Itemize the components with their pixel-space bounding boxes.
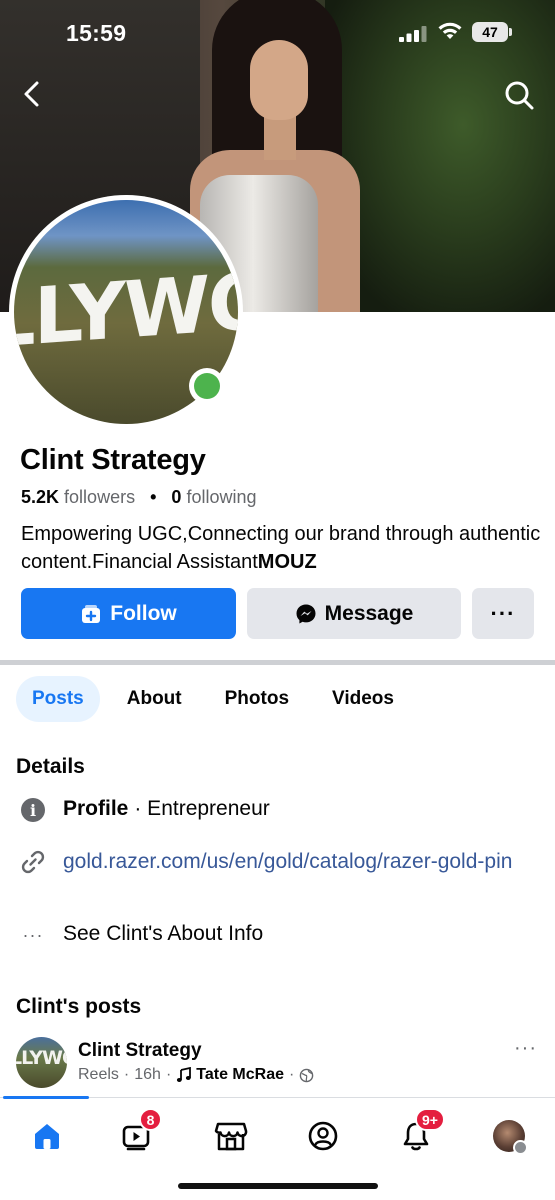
- more-dots-small-icon: ···: [22, 924, 44, 945]
- post-author[interactable]: Clint Strategy: [78, 1040, 202, 1062]
- marketplace-icon: [214, 1122, 248, 1151]
- follow-label: Follow: [110, 601, 177, 625]
- nav-profile[interactable]: [303, 1116, 343, 1156]
- status-bar: 15:59 47: [0, 0, 555, 60]
- website-link[interactable]: gold.razer.com/us/en/gold/catalog/razer-…: [63, 849, 533, 875]
- more-options-button[interactable]: ···: [472, 588, 534, 639]
- music-note-icon: [177, 1067, 192, 1082]
- menu-badge-icon: [513, 1140, 528, 1155]
- followers-count[interactable]: 5.2K: [21, 487, 59, 507]
- follow-button[interactable]: Follow: [21, 588, 236, 639]
- battery-icon: 47: [472, 22, 512, 42]
- search-button[interactable]: [502, 78, 536, 112]
- section-divider: [0, 660, 555, 665]
- globe-icon: [300, 1068, 314, 1082]
- meta-sep-1: ·: [123, 1066, 130, 1083]
- stats-separator: •: [150, 487, 157, 507]
- battery-level: 47: [472, 22, 508, 42]
- online-dot: [194, 373, 220, 399]
- messenger-icon: [295, 603, 317, 625]
- tab-photos[interactable]: Photos: [209, 676, 305, 722]
- chevron-left-icon: [24, 81, 39, 107]
- see-about-info[interactable]: ··· See Clint's About Info: [20, 922, 264, 948]
- avatar-hollywood-sign: LLYWO: [14, 255, 238, 367]
- bio-bold-text: MOUZ: [257, 551, 317, 573]
- meta-sep-2: ·: [165, 1066, 172, 1083]
- following-label[interactable]: following: [186, 487, 256, 507]
- message-label: Message: [324, 601, 414, 625]
- message-button[interactable]: Message: [247, 588, 461, 639]
- back-button[interactable]: [16, 78, 48, 110]
- nav-home[interactable]: [27, 1116, 67, 1156]
- profile-type-label: Profile: [63, 797, 129, 820]
- profile-icon: [308, 1121, 338, 1151]
- wifi-icon: [438, 22, 462, 39]
- follow-icon: [80, 603, 102, 625]
- post-avatar[interactable]: LLYWO: [16, 1037, 67, 1088]
- tab-about[interactable]: About: [111, 676, 198, 722]
- post-header: LLYWO Clint Strategy Reels · 16h · Tate …: [16, 1037, 541, 1093]
- home-indicator: [178, 1183, 378, 1189]
- following-count[interactable]: 0: [171, 487, 181, 507]
- status-time: 15:59: [66, 20, 127, 46]
- profile-name: Clint Strategy: [20, 444, 206, 476]
- nav-menu[interactable]: [489, 1116, 529, 1156]
- follow-stats: 5.2K followers • 0 following: [21, 487, 257, 508]
- tab-posts[interactable]: Posts: [16, 676, 100, 722]
- posts-heading: Clint's posts: [16, 995, 142, 1018]
- post-meta: Reels · 16h · Tate McRae ·: [78, 1066, 314, 1084]
- see-about-label: See Clint's About Info: [63, 922, 264, 945]
- more-dots-icon: ···: [490, 600, 516, 626]
- nav-notifications[interactable]: 9+: [396, 1108, 445, 1156]
- detail-row-link: gold.razer.com/us/en/gold/catalog/razer-…: [20, 849, 533, 875]
- meta-sep-3: ·: [289, 1066, 295, 1083]
- nav-video[interactable]: 8: [117, 1108, 162, 1156]
- post-avatar-sign: LLYWO: [16, 1047, 67, 1069]
- nav-marketplace[interactable]: [211, 1116, 251, 1156]
- followers-label[interactable]: followers: [64, 487, 135, 507]
- active-tab-indicator: [3, 1096, 89, 1099]
- video-badge: 8: [139, 1108, 162, 1131]
- online-status-indicator: [189, 368, 225, 404]
- battery-tip: [509, 28, 512, 36]
- post-age: 16h: [134, 1066, 161, 1083]
- profile-bio: Empowering UGC,Connecting our brand thro…: [21, 520, 541, 576]
- profile-type-value: · Entrepreneur: [134, 797, 270, 820]
- post-music-artist[interactable]: Tate McRae: [196, 1066, 284, 1084]
- post-more-button[interactable]: ···: [514, 1037, 537, 1060]
- notifications-badge: 9+: [415, 1108, 445, 1131]
- cellular-signal-icon: [399, 26, 427, 42]
- search-icon: [505, 81, 534, 110]
- menu-avatar: [493, 1120, 528, 1155]
- post-source: Reels: [78, 1066, 119, 1083]
- details-heading: Details: [16, 755, 85, 778]
- profile-tabs: Posts About Photos Videos: [16, 676, 421, 722]
- detail-row-profile: i Profile · Entrepreneur: [20, 797, 270, 823]
- link-icon: [20, 849, 46, 875]
- info-icon: i: [20, 797, 46, 823]
- home-icon: [35, 1124, 59, 1149]
- tab-videos[interactable]: Videos: [316, 676, 410, 722]
